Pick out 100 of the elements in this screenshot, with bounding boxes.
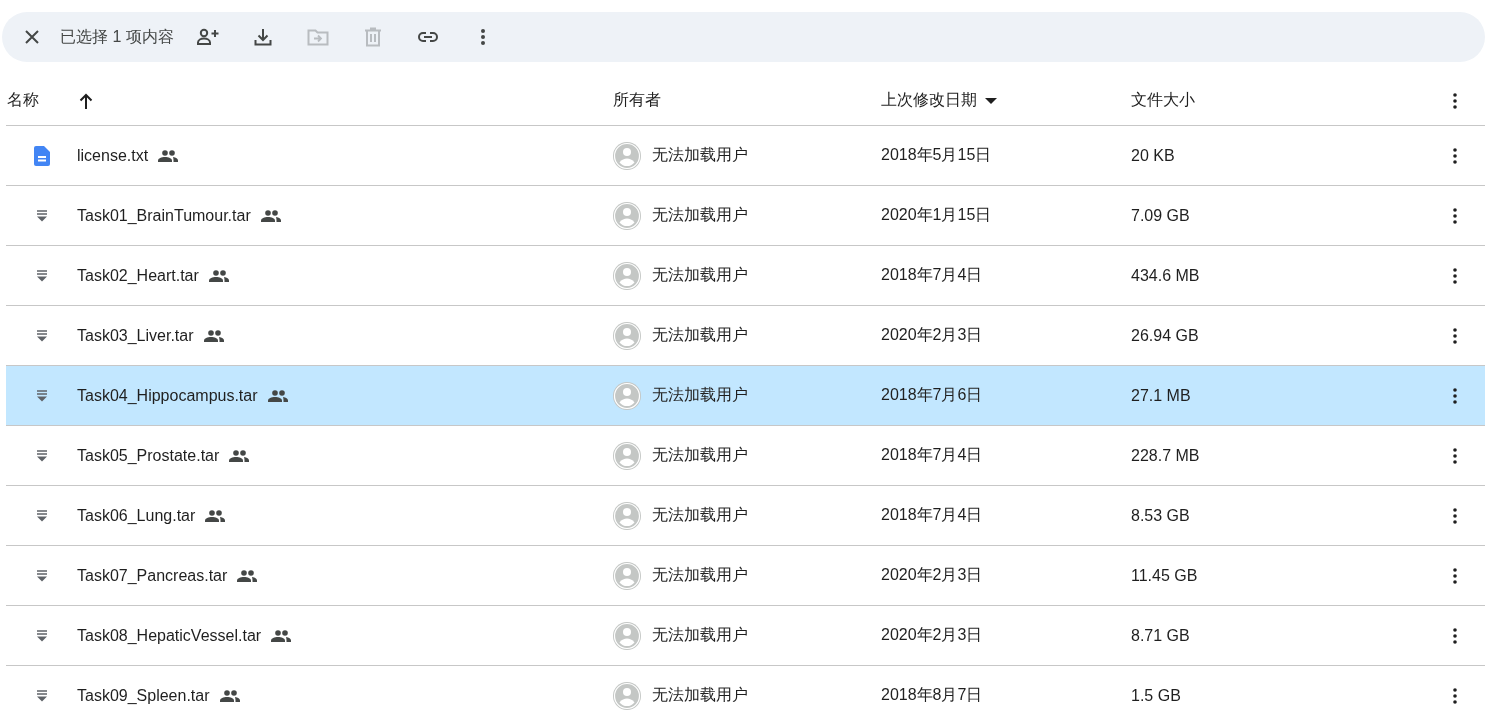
more-options-icon[interactable] [1453,207,1457,224]
avatar-icon [613,621,641,650]
close-icon [25,30,39,44]
owner-name: 无法加载用户 [652,265,748,285]
avatar-icon [613,681,641,710]
owner-name: 无法加载用户 [652,385,748,405]
file-name: Task05_Prostate.tar [77,446,220,465]
column-header[interactable]: 文件大小 [1131,90,1195,111]
owner-name: 无法加载用户 [652,325,748,345]
avatar-icon [613,561,641,590]
file-name: Task09_Spleen.tar [77,686,210,705]
more-options-icon[interactable] [1453,567,1457,584]
owner-name: 无法加载用户 [652,205,748,225]
column-options-icon[interactable] [1453,92,1457,109]
modified-date: 2018年7月4日 [881,445,983,465]
archive-file-icon [37,209,47,222]
shared-people-icon [237,569,258,582]
avatar-icon [613,441,641,470]
file-size: 27.1 MB [1131,386,1191,405]
shared-people-icon [271,629,292,642]
modified-date: 2020年2月3日 [881,625,983,645]
avatar-icon [613,201,641,230]
file-size: 228.7 MB [1131,446,1200,465]
avatar-icon [613,321,641,350]
file-row[interactable]: Task07_Pancreas.tar 无法加载用户 2020年2月3日 11.45 GB [6,546,1485,606]
file-row[interactable]: Task01_BrainTumour.tar 无法加载用户 2020年1月15日 7.09 GB [6,186,1485,246]
modified-date: 2018年8月7日 [881,685,983,705]
file-name: Task07_Pancreas.tar [77,566,228,585]
shared-people-icon [260,209,281,222]
shared-people-icon [203,329,224,342]
owner-name: 无法加载用户 [652,505,748,525]
file-size: 20 KB [1131,146,1175,165]
shared-people-icon [229,449,250,462]
file-row[interactable]: Task08_HepaticVessel.tar 无法加载用户 2020年2月3日 8.71 GB [6,606,1485,666]
archive-file-icon [37,509,47,522]
column-header[interactable]: 名称 [7,90,39,111]
file-row[interactable]: Task02_Heart.tar 无法加载用户 2018年7月4日 434.6 MB [6,246,1485,306]
owner-name: 无法加载用户 [652,625,748,645]
file-row[interactable]: license.txt 无法加载用户 2018年5月15日 20 KB [6,126,1485,186]
avatar-icon [613,141,641,170]
more-options-icon[interactable] [1453,267,1457,284]
file-name: Task06_Lung.tar [77,506,196,525]
owner-name: 无法加载用户 [652,565,748,585]
column-header[interactable]: 上次修改日期 [881,90,977,111]
more-options-icon[interactable] [1453,147,1457,164]
share-icon [195,28,220,46]
file-name: Task01_BrainTumour.tar [77,206,251,225]
file-size: 26.94 GB [1131,326,1199,345]
file-row[interactable]: Task06_Lung.tar 无法加载用户 2018年7月4日 8.53 GB [6,486,1485,546]
shared-people-icon [158,149,179,162]
file-row[interactable]: Task09_Spleen.tar 无法加载用户 2018年8月7日 1.5 GB [6,666,1485,722]
file-name: Task08_HepaticVessel.tar [77,626,262,645]
modified-date: 2018年7月4日 [881,505,983,525]
document-icon [34,145,50,166]
file-size: 8.53 GB [1131,506,1190,525]
selection-count: 已选择 1 项内容 [60,26,174,47]
file-row[interactable]: Task05_Prostate.tar 无法加载用户 2018年7月4日 228.7 MB [6,426,1485,486]
file-size: 8.71 GB [1131,626,1190,645]
file-name: Task04_Hippocampus.tar [77,386,258,405]
file-size: 434.6 MB [1131,266,1200,285]
more-options-icon[interactable] [1453,327,1457,344]
more-options-icon[interactable] [1453,387,1457,404]
owner-name: 无法加载用户 [652,145,748,165]
owner-name: 无法加载用户 [652,445,748,465]
file-name: Task03_Liver.tar [77,326,194,345]
avatar-icon [613,261,641,290]
archive-file-icon [37,629,47,642]
avatar-icon [613,501,641,530]
avatar-icon [613,381,641,410]
trash-icon [363,27,382,47]
more-options-icon[interactable] [1453,687,1457,704]
more-icon [479,28,486,46]
archive-file-icon [37,329,47,342]
modified-date: 2020年1月15日 [881,205,992,225]
link-icon [416,31,439,43]
modified-date: 2020年2月3日 [881,565,983,585]
sort-descending-icon[interactable] [985,97,997,104]
more-options-icon[interactable] [1453,507,1457,524]
sort-ascending-icon[interactable] [79,92,93,109]
shared-people-icon [208,269,229,282]
modified-date: 2020年2月3日 [881,325,983,345]
more-options-icon[interactable] [1453,447,1457,464]
move-to-folder-icon [306,28,329,46]
archive-file-icon [37,269,47,282]
file-name: license.txt [77,146,149,165]
file-name: Task02_Heart.tar [77,266,199,285]
owner-name: 无法加载用户 [652,685,748,705]
archive-file-icon [37,449,47,462]
file-size: 7.09 GB [1131,206,1190,225]
modified-date: 2018年5月15日 [881,145,992,165]
archive-file-icon [37,689,47,702]
file-row[interactable]: Task04_Hippocampus.tar 无法加载用户 2018年7月6日 27.1 MB [6,366,1485,426]
shared-people-icon [267,389,288,402]
modified-date: 2018年7月4日 [881,265,983,285]
more-options-icon[interactable] [1453,627,1457,644]
modified-date: 2018年7月6日 [881,385,983,405]
column-header[interactable]: 所有者 [613,90,661,111]
archive-file-icon [37,389,47,402]
shared-people-icon [205,509,226,522]
file-size: 11.45 GB [1131,566,1198,585]
